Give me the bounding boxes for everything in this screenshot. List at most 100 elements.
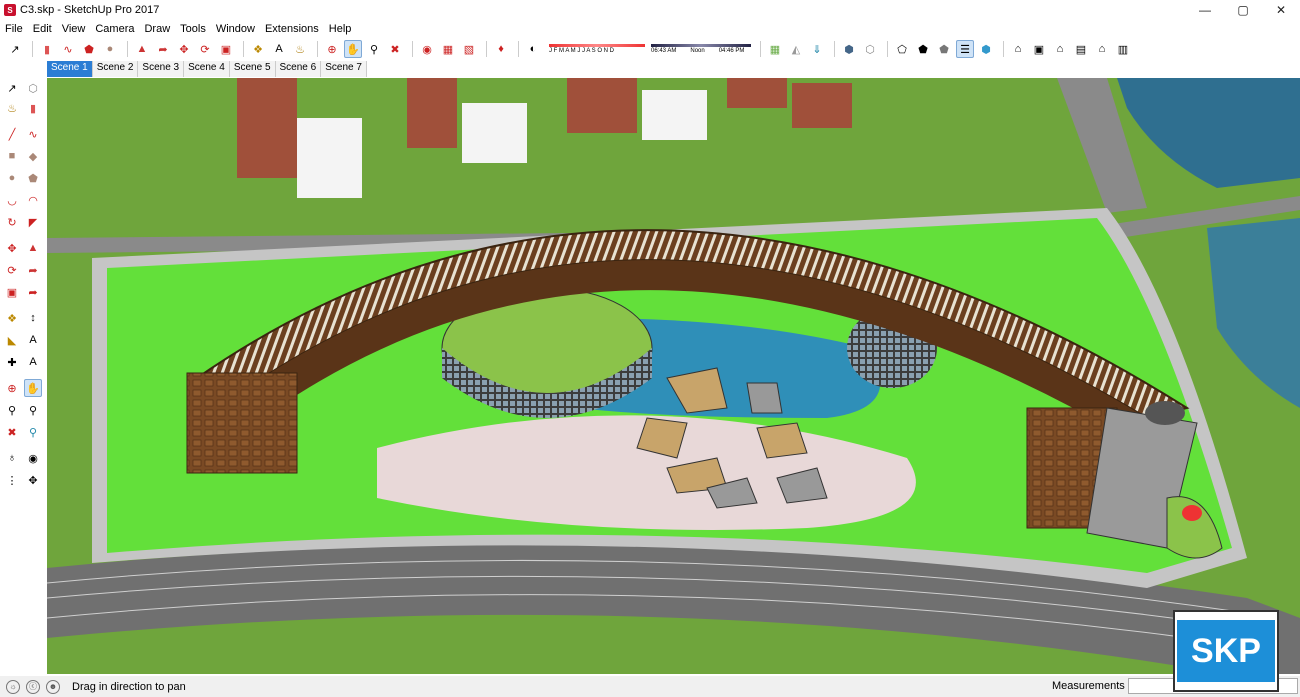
zoom-icon[interactable]: ⚲ — [3, 401, 21, 419]
geo-location-icon[interactable]: ☼ — [6, 679, 20, 694]
maximize-button[interactable]: ▢ — [1224, 0, 1262, 20]
tab-scene-3[interactable]: Scene 3 — [138, 61, 185, 77]
xray-style-icon[interactable]: ⬢ — [840, 40, 858, 58]
select-tool-icon[interactable]: ↗ — [6, 40, 24, 58]
protractor-icon[interactable]: ◣ — [3, 331, 21, 349]
toggle-terrain-icon[interactable]: ◭ — [787, 40, 805, 58]
menu-file[interactable]: File — [0, 23, 28, 35]
tab-scene-7[interactable]: Scene 7 — [321, 61, 367, 77]
section-plane-icon[interactable]: ✥ — [24, 471, 42, 489]
follow-me-icon[interactable]: ➦ — [24, 261, 42, 279]
axes-icon[interactable]: ✚ — [3, 353, 21, 371]
left-view-icon[interactable]: ▥ — [1114, 40, 1132, 58]
move-icon[interactable]: ✥ — [175, 40, 193, 58]
previous-view-icon[interactable]: ⚲ — [24, 423, 42, 441]
pan-icon[interactable]: ✋ — [24, 379, 42, 397]
rotated-rectangle-icon[interactable]: ◆ — [24, 147, 42, 165]
photo-textures-icon[interactable]: ⇓ — [808, 40, 826, 58]
circle-icon[interactable]: ● — [3, 169, 21, 187]
polygon-icon[interactable]: ⬟ — [24, 169, 42, 187]
line-icon[interactable]: ╱ — [3, 125, 21, 143]
menu-help[interactable]: Help — [324, 23, 357, 35]
rotate-icon[interactable]: ⟳ — [3, 261, 21, 279]
time-slider[interactable]: 06:43 AM Noon 04:46 PM — [651, 44, 751, 54]
menu-view[interactable]: View — [57, 23, 91, 35]
menu-window[interactable]: Window — [211, 23, 260, 35]
paint-bucket-icon[interactable]: ♨ — [291, 40, 309, 58]
move-icon[interactable]: ✥ — [3, 239, 21, 257]
menu-edit[interactable]: Edit — [28, 23, 57, 35]
iso-view-icon[interactable]: ⌂ — [1009, 40, 1027, 58]
warehouse-icon[interactable]: ◉ — [418, 40, 436, 58]
freehand-icon[interactable]: ∿ — [24, 125, 42, 143]
credits-icon[interactable]: ⓒ — [26, 679, 40, 694]
top-view-icon[interactable]: ▣ — [1030, 40, 1048, 58]
eraser-icon[interactable]: ▮ — [38, 40, 56, 58]
eraser-icon[interactable]: ▮ — [24, 99, 42, 117]
3d-text-icon[interactable]: A — [24, 353, 42, 371]
pan-icon[interactable]: ✋ — [344, 40, 362, 58]
hidden-line-style-icon[interactable]: ⬟ — [914, 40, 932, 58]
text-icon[interactable]: A — [270, 40, 288, 58]
text-icon[interactable]: A — [24, 331, 42, 349]
zoom-extents-icon[interactable]: ✖ — [386, 40, 404, 58]
zoom-icon[interactable]: ⚲ — [365, 40, 383, 58]
front-view-icon[interactable]: ⌂ — [1051, 40, 1069, 58]
paint-bucket-icon[interactable]: ♨ — [3, 99, 21, 117]
dimension-icon[interactable]: ↕ — [24, 309, 42, 327]
tab-scene-4[interactable]: Scene 4 — [184, 61, 230, 77]
two-point-arc-icon[interactable]: ◠ — [24, 191, 42, 209]
look-around-icon[interactable]: ◉ — [24, 449, 42, 467]
make-component-icon[interactable]: ⬡ — [24, 79, 42, 97]
tab-scene-2[interactable]: Scene 2 — [92, 61, 139, 77]
orbit-icon[interactable]: ⊕ — [323, 40, 341, 58]
right-view-icon[interactable]: ▤ — [1072, 40, 1090, 58]
pie-icon[interactable]: ◤ — [24, 213, 42, 231]
menu-draw[interactable]: Draw — [139, 23, 175, 35]
back-edges-style-icon[interactable]: ⬡ — [861, 40, 879, 58]
date-slider[interactable]: J F M A M J J A S O N D — [549, 44, 645, 54]
rotate-icon[interactable]: ⟳ — [196, 40, 214, 58]
walk-icon[interactable]: ⋮ — [3, 471, 21, 489]
circle-icon[interactable]: ● — [101, 40, 119, 58]
menu-camera[interactable]: Camera — [90, 23, 139, 35]
rectangle-icon[interactable]: ■ — [3, 147, 21, 165]
extension-warehouse-icon[interactable]: ▧ — [460, 40, 478, 58]
three-point-arc-icon[interactable]: ↻ — [3, 213, 21, 231]
zoom-extents-icon[interactable]: ✖ — [3, 423, 21, 441]
tab-scene-1[interactable]: Scene 1 — [47, 61, 93, 77]
polygon-icon[interactable]: ⬟ — [80, 40, 98, 58]
offset-icon[interactable]: ➦ — [24, 283, 42, 301]
menu-extensions[interactable]: Extensions — [260, 23, 324, 35]
tab-scene-6[interactable]: Scene 6 — [275, 61, 322, 77]
back-view-icon[interactable]: ⌂ — [1093, 40, 1111, 58]
push-pull-icon[interactable]: ▲ — [24, 239, 42, 257]
close-button[interactable]: ✕ — [1262, 0, 1300, 20]
follow-me-icon[interactable]: ➦ — [154, 40, 172, 58]
select-tool-icon[interactable]: ↗ — [3, 79, 21, 97]
tape-measure-icon[interactable]: ❖ — [3, 309, 21, 327]
arc-icon[interactable]: ◡ — [3, 191, 21, 209]
push-pull-icon[interactable]: ▲ — [133, 40, 151, 58]
wireframe-style-icon[interactable]: ⬠ — [893, 40, 911, 58]
orbit-icon[interactable]: ⊕ — [3, 379, 21, 397]
freehand-icon[interactable]: ∿ — [59, 40, 77, 58]
zoom-window-icon[interactable]: ⚲ — [24, 401, 42, 419]
minimize-button[interactable]: — — [1186, 0, 1224, 20]
model-viewport[interactable] — [47, 78, 1300, 674]
scale-icon[interactable]: ▣ — [3, 283, 21, 301]
add-location-icon[interactable]: ▦ — [766, 40, 784, 58]
shaded-style-icon[interactable]: ⬟ — [935, 40, 953, 58]
user-icon[interactable]: ☻ — [46, 679, 60, 694]
position-camera-icon[interactable]: ♁ — [3, 449, 21, 467]
menu-tools[interactable]: Tools — [175, 23, 211, 35]
ruby-icon[interactable]: ♦ — [492, 40, 510, 58]
shaded-textures-style-icon[interactable]: ☰ — [956, 40, 974, 58]
tab-scene-5[interactable]: Scene 5 — [229, 61, 276, 77]
offset-icon[interactable]: ▣ — [217, 40, 235, 58]
share-model-icon[interactable]: ▦ — [439, 40, 457, 58]
shadow-settings[interactable]: J F M A M J J A S O N D 06:43 AM Noon 04… — [549, 44, 751, 54]
monochrome-style-icon[interactable]: ⬢ — [977, 40, 995, 58]
shadows-toggle-icon[interactable]: ◐ — [524, 40, 542, 58]
tape-measure-icon[interactable]: ❖ — [249, 40, 267, 58]
